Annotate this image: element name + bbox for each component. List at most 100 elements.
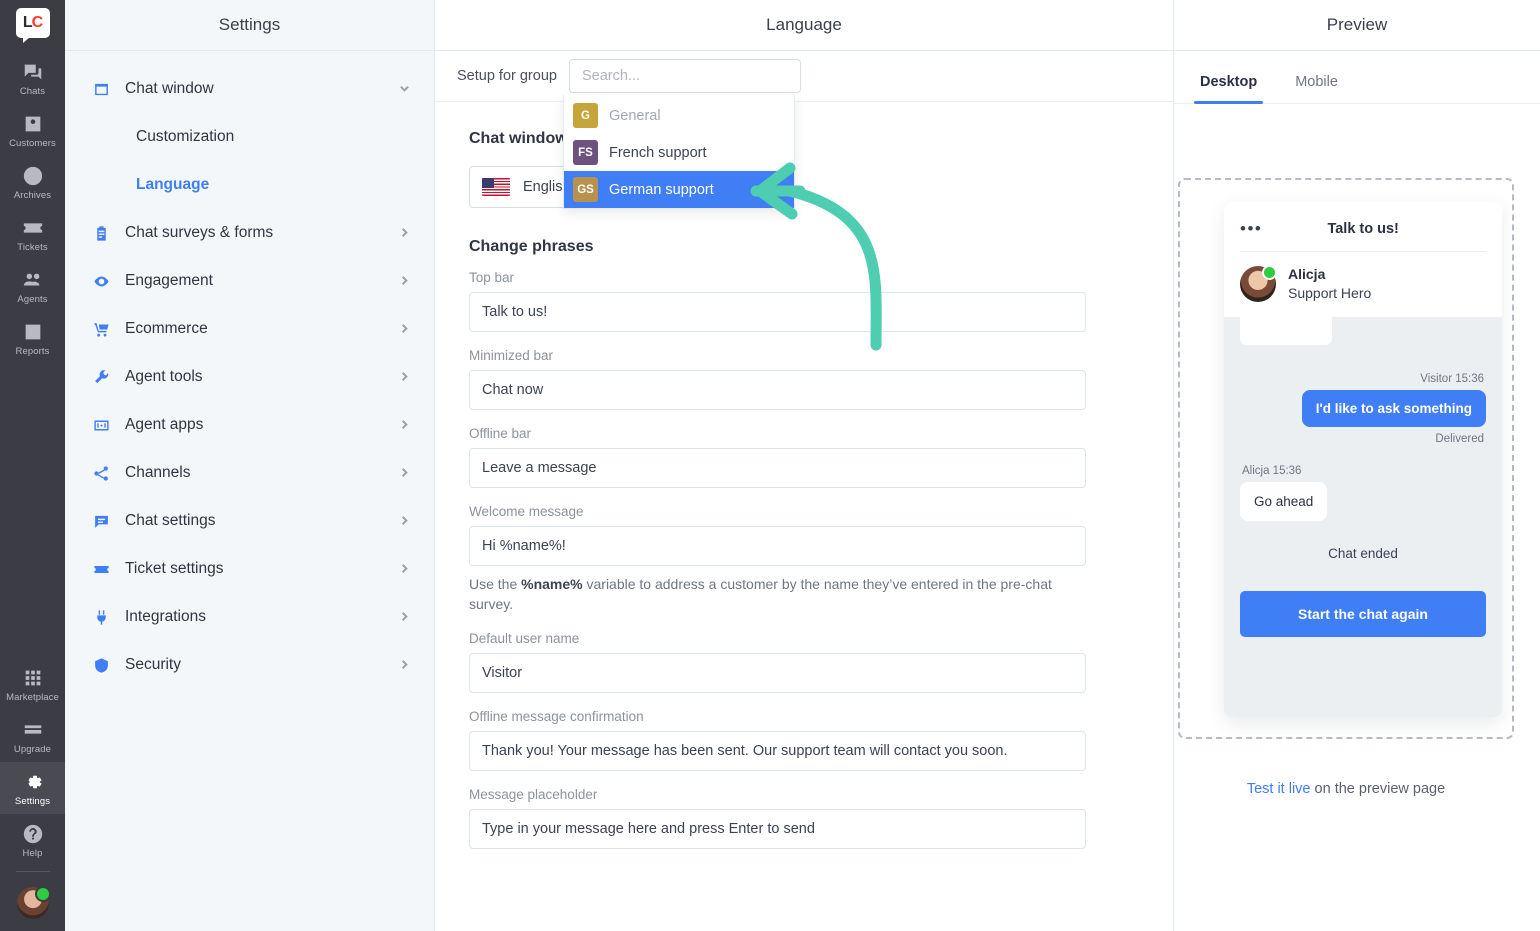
- nav-label-customers: Customers: [9, 138, 56, 149]
- tickets-icon: [22, 217, 44, 239]
- language-panel-title: Language: [435, 0, 1173, 51]
- widget-menu-icon[interactable]: •••: [1240, 220, 1262, 237]
- sidebar-item-channels[interactable]: Channels: [65, 449, 434, 497]
- group-search-placeholder: Search...: [581, 68, 640, 84]
- clipboard-icon: [93, 225, 113, 242]
- settings-panel: Settings Chat window Customization Langu…: [65, 0, 435, 931]
- input-minimized-bar[interactable]: Chat now: [469, 370, 1086, 410]
- setup-for-group-label: Setup for group: [457, 68, 557, 84]
- widget-agent: Alicja Support Hero: [1240, 252, 1486, 317]
- nav-item-marketplace[interactable]: Marketplace: [0, 658, 65, 710]
- sidebar-item-customization[interactable]: Customization: [65, 113, 434, 161]
- input-offline-message-confirmation[interactable]: Thank you! Your message has been sent. O…: [469, 730, 1086, 771]
- tab-mobile[interactable]: Mobile: [1289, 74, 1344, 103]
- sidebar-item-engagement[interactable]: Engagement: [65, 257, 434, 305]
- input-value-welcome-message: Hi %name%!: [482, 538, 566, 554]
- nav-label-tickets: Tickets: [17, 242, 48, 253]
- primary-nav: LC Chats Customers Archives Tickets Agen…: [0, 0, 65, 931]
- input-default-user-name[interactable]: Visitor: [469, 652, 1086, 693]
- input-top-bar[interactable]: Talk to us!: [469, 292, 1086, 332]
- sidebar-item-chat-surveys-forms[interactable]: Chat surveys & forms: [65, 209, 434, 257]
- test-it-live-link[interactable]: Test it live: [1247, 781, 1311, 797]
- sidebar-item-ticket-settings[interactable]: Ticket settings: [65, 545, 434, 593]
- tab-desktop[interactable]: Desktop: [1194, 74, 1264, 104]
- sidebar-item-ecommerce[interactable]: Ecommerce: [65, 305, 434, 353]
- nav-item-settings[interactable]: Settings: [0, 762, 65, 814]
- widget-header: ••• Talk to us! Alicja Support Hero: [1224, 202, 1502, 317]
- group-search-input[interactable]: Search...: [568, 59, 801, 93]
- field-offline-bar: Offline bar Leave a message: [469, 426, 1145, 488]
- chevron-right-icon: [399, 466, 410, 481]
- livechat-logo: LC: [15, 8, 50, 43]
- nav-label-marketplace: Marketplace: [6, 692, 59, 703]
- question-icon: [22, 823, 44, 845]
- preview-panel: Preview Desktop Mobile ••• Talk to us! A…: [1174, 0, 1540, 931]
- app-root: LC Chats Customers Archives Tickets Agen…: [0, 0, 1540, 931]
- widget-title: Talk to us!: [1327, 221, 1399, 237]
- group-dropdown: G General FS French support GS German su…: [563, 95, 795, 209]
- user-avatar[interactable]: [16, 886, 51, 919]
- nav-item-archives[interactable]: Archives: [0, 156, 65, 208]
- sidebar-item-agent-tools[interactable]: Agent tools: [65, 353, 434, 401]
- field-label-welcome-message: Welcome message: [469, 504, 584, 519]
- nav-item-chats[interactable]: Chats: [0, 52, 65, 104]
- cart-icon: [93, 321, 113, 338]
- customers-icon: [22, 113, 44, 135]
- language-form: Chat window language English Change phra…: [435, 102, 1173, 865]
- field-default-user-name: Default user name Visitor: [469, 631, 1145, 693]
- input-value-top-bar: Talk to us!: [482, 304, 548, 320]
- input-offline-bar[interactable]: Leave a message: [469, 448, 1086, 488]
- reports-icon: [22, 321, 44, 343]
- message-meta-agent: Alicja 15:36: [1242, 464, 1302, 477]
- agents-icon: [22, 269, 44, 291]
- nav-item-agents[interactable]: Agents: [0, 260, 65, 312]
- sidebar-label-agent-tools: Agent tools: [125, 368, 203, 385]
- us-flag-icon: [482, 178, 510, 196]
- eye-icon: [93, 273, 113, 290]
- window-icon: [93, 81, 113, 98]
- group-avatar-french-support: FS: [573, 140, 598, 165]
- chevron-right-icon: [399, 274, 410, 289]
- sidebar-item-chat-settings[interactable]: Chat settings: [65, 497, 434, 545]
- nav-item-upgrade[interactable]: Upgrade: [0, 710, 65, 762]
- input-welcome-message[interactable]: Hi %name%!: [469, 526, 1086, 566]
- nav-item-reports[interactable]: Reports: [0, 312, 65, 364]
- nav-label-settings: Settings: [14, 796, 51, 807]
- agent-name: Alicja: [1288, 266, 1326, 282]
- nav-item-customers[interactable]: Customers: [0, 104, 65, 156]
- sidebar-item-language[interactable]: Language: [65, 161, 434, 209]
- field-offline-message-confirmation: Offline message confirmation Thank you! …: [469, 709, 1145, 771]
- chevron-right-icon: [399, 562, 410, 577]
- message-bubble-visitor: I'd like to ask something: [1301, 389, 1486, 427]
- sidebar-item-chat-window[interactable]: Chat window: [65, 65, 434, 113]
- group-option-general[interactable]: G General: [564, 97, 794, 134]
- chevron-right-icon: [399, 418, 410, 433]
- setup-for-group-bar: Setup for group Search... G General FS F…: [435, 51, 1173, 209]
- plug-icon: [93, 609, 113, 626]
- message-status-delivered: Delivered: [1435, 432, 1484, 445]
- field-message-placeholder: Message placeholder Type in your message…: [469, 787, 1145, 849]
- group-option-german-support[interactable]: GS German support: [564, 171, 794, 208]
- nav-label-reports: Reports: [15, 346, 50, 357]
- sidebar-label-ticket-settings: Ticket settings: [125, 560, 224, 577]
- nav-label-help: Help: [22, 848, 43, 859]
- input-message-placeholder[interactable]: Type in your message here and press Ente…: [469, 808, 1086, 849]
- sidebar-label-customization: Customization: [136, 128, 235, 145]
- sidebar-item-security[interactable]: Security: [65, 641, 434, 689]
- group-option-french-support[interactable]: FS French support: [564, 134, 794, 171]
- field-label-offline-message-confirmation: Offline message confirmation: [469, 708, 644, 724]
- sidebar-item-integrations[interactable]: Integrations: [65, 593, 434, 641]
- preview-frame: ••• Talk to us! Alicja Support Hero Visi…: [1178, 178, 1514, 739]
- scrolled-message-bubble: [1240, 310, 1332, 345]
- field-label-message-placeholder: Message placeholder: [469, 786, 598, 802]
- group-avatar-general: G: [573, 103, 598, 128]
- archives-icon: [22, 165, 44, 187]
- sidebar-item-agent-apps[interactable]: Agent apps: [65, 401, 434, 449]
- input-value-offline-bar: Leave a message: [482, 460, 597, 476]
- tab-label-mobile: Mobile: [1295, 74, 1338, 90]
- nav-divider: [15, 871, 50, 872]
- field-label-offline-bar: Offline bar: [469, 426, 532, 441]
- nav-item-help[interactable]: Help: [0, 814, 65, 866]
- nav-item-tickets[interactable]: Tickets: [0, 208, 65, 260]
- start-chat-again-button[interactable]: Start the chat again: [1240, 590, 1486, 637]
